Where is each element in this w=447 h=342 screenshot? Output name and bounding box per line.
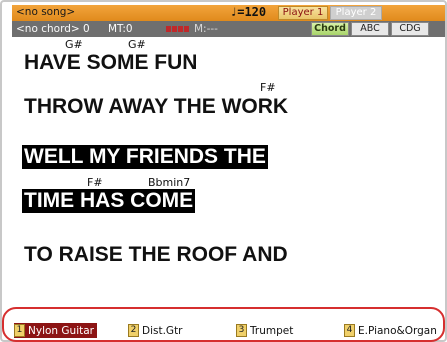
- chord-label: G#: [128, 38, 146, 51]
- player-1-tab[interactable]: Player 1: [278, 6, 328, 20]
- chord-label: Bbmin7: [148, 176, 191, 189]
- beat-led: [178, 26, 183, 32]
- beat-indicator: [166, 26, 189, 32]
- highlight-oval: [2, 307, 445, 342]
- abc-button[interactable]: ABC: [351, 22, 389, 36]
- lyric-line: HAVE SOME FUN: [24, 51, 198, 74]
- lyrics-screen: <no song> ♩=120 Player 1 Player 2 <no ch…: [0, 0, 447, 342]
- lyrics-area: G# G# HAVE SOME FUN F# THROW AWAY THE WO…: [2, 37, 445, 307]
- lyric-line-current: WELL MY FRIENDS THE: [22, 145, 268, 169]
- lyric-line: THROW AWAY THE WORK: [24, 95, 289, 118]
- beat-led: [166, 26, 171, 32]
- chord-button[interactable]: Chord: [311, 22, 349, 36]
- tempo-display[interactable]: ♩=120: [230, 5, 266, 19]
- lyric-line-next: TIME HAS COME: [22, 189, 196, 213]
- lyric-line: TO RAISE THE ROOF AND: [24, 243, 288, 266]
- cdg-button[interactable]: CDG: [391, 22, 429, 36]
- chord-label: F#: [260, 81, 276, 94]
- chord-label: F#: [87, 176, 103, 189]
- chord-info: <no chord> 0: [16, 23, 90, 35]
- chord-label: G#: [65, 38, 83, 51]
- beat-led: [172, 26, 177, 32]
- measure-value: M:---: [194, 23, 218, 35]
- info-bar: <no chord> 0 MT:0 M:--- Chord ABC CDG: [12, 21, 445, 37]
- mt-value: MT:0: [108, 23, 133, 35]
- song-header: <no song> ♩=120 Player 1 Player 2: [12, 5, 445, 21]
- song-name[interactable]: <no song>: [16, 6, 75, 18]
- player-2-tab[interactable]: Player 2: [330, 6, 382, 20]
- beat-led: [184, 26, 189, 32]
